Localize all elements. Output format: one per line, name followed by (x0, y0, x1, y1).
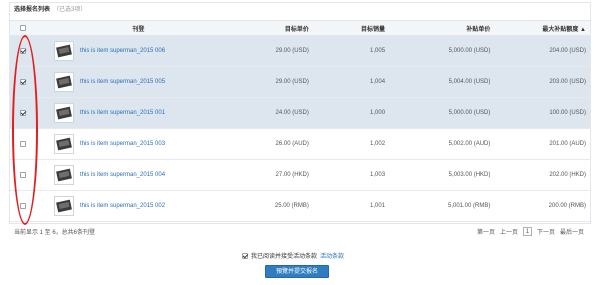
item-link[interactable]: this is item superman_2015 001 (80, 110, 165, 116)
target-sales-cell: 1,000 (370, 110, 386, 116)
select-all-cell (10, 20, 36, 36)
table-body: this is item superman_2015 006 29.00 (USD… (10, 35, 590, 222)
panel-title: 选择报名列表 （已选3项） (10, 3, 590, 18)
col-item[interactable]: 刊登 (36, 20, 241, 36)
item-thumbnail[interactable] (54, 72, 74, 92)
prev-page-link[interactable]: 上一页 (500, 227, 518, 236)
subsidy-price-cell: 5,001.00 (RMB) (448, 203, 491, 209)
agreement-row: 我已阅读并接受活动条款 活动条款 (242, 251, 344, 260)
pagination: 第一页 上一页 1 下一页 最后一页 (477, 227, 584, 236)
item-link[interactable]: this is item superman_2015 006 (80, 48, 165, 54)
col-target-price[interactable]: 目标单价 (240, 20, 333, 36)
item-thumbnail[interactable] (54, 165, 74, 185)
target-price-cell: 29.00 (USD) (275, 48, 309, 54)
item-thumbnail[interactable] (54, 134, 74, 154)
row-checkbox[interactable] (20, 140, 26, 147)
table-header: 刊登 目标单价 目标销量 补贴单价 最大补贴额度 ▲ (10, 20, 590, 36)
item-cell: this is item superman_2015 004 (36, 160, 241, 191)
row-check-cell (10, 36, 36, 67)
item-link[interactable]: this is item superman_2015 005 (80, 79, 165, 85)
item-thumbnail[interactable] (54, 196, 74, 216)
item-cell: this is item superman_2015 005 (36, 67, 241, 98)
max-subsidy-cell: 100.00 (USD) (549, 110, 586, 116)
item-table: 刊登 目标单价 目标销量 补贴单价 最大补贴额度 ▲ this is item … (10, 20, 590, 222)
table-row[interactable]: this is item superman_2015 005 29.00 (USD… (10, 66, 590, 98)
item-link[interactable]: this is item superman_2015 004 (80, 172, 165, 178)
subsidy-price-cell: 5,004.00 (USD) (448, 79, 491, 85)
panel-title-text: 选择报名列表 (14, 7, 51, 13)
table-row[interactable]: this is item superman_2015 006 29.00 (USD… (10, 35, 590, 67)
target-price-cell: 24.00 (USD) (275, 110, 309, 116)
table-row[interactable]: this is item superman_2015 003 26.00 (AUD… (10, 129, 590, 160)
target-sales-cell: 1,004 (370, 79, 386, 85)
submit-button[interactable]: 預覽并提交报名 (265, 265, 329, 278)
item-link[interactable]: this is item superman_2015 003 (80, 141, 165, 147)
pagination-summary: 当前显示 1 至 6，总共6条刊登 (14, 230, 96, 236)
select-all-checkbox[interactable] (20, 24, 26, 31)
col-subsidy-price[interactable]: 补贴单价 (409, 20, 515, 36)
agreement-text: 我已阅读并接受活动条款 (251, 254, 318, 260)
current-page-number[interactable]: 1 (522, 227, 532, 236)
subsidy-price-cell: 5,000.00 (USD) (448, 110, 491, 116)
item-info: this is item superman_2015 002 (36, 196, 241, 216)
item-info: this is item superman_2015 005 (36, 72, 241, 92)
target-price-cell: 25.00 (RMB) (274, 203, 309, 209)
item-thumbnail[interactable] (54, 41, 74, 61)
target-sales-cell: 1,001 (370, 203, 386, 209)
target-sales-cell: 1,002 (370, 141, 386, 147)
item-cell: this is item superman_2015 001 (36, 98, 241, 129)
item-info: this is item superman_2015 001 (36, 103, 241, 123)
selected-count: （已选3项） (53, 7, 87, 13)
max-subsidy-cell: 204.00 (USD) (549, 48, 586, 54)
next-page-link[interactable]: 下一页 (537, 227, 555, 236)
last-page-link[interactable]: 最后一页 (560, 227, 584, 236)
terms-link[interactable]: 活动条款 (320, 251, 344, 260)
row-check-cell (10, 67, 36, 98)
item-info: this is item superman_2015 003 (36, 134, 241, 154)
target-price-cell: 29.00 (USD) (275, 79, 309, 85)
table-row[interactable]: this is item superman_2015 001 24.00 (USD… (10, 97, 590, 129)
row-checkbox[interactable] (20, 202, 26, 209)
row-check-cell (10, 129, 36, 160)
max-subsidy-cell: 200.00 (RMB) (548, 203, 586, 209)
max-subsidy-cell: 203.00 (USD) (549, 79, 586, 85)
subsidy-price-cell: 5,002.00 (AUD) (448, 141, 491, 147)
row-check-cell (10, 191, 36, 222)
target-sales-cell: 1,005 (370, 48, 386, 54)
row-checkbox[interactable] (20, 109, 26, 116)
max-subsidy-cell: 201.00 (AUD) (549, 141, 586, 147)
table-row[interactable]: this is item superman_2015 002 25.00 (RMB… (10, 191, 590, 222)
row-checkbox[interactable] (20, 171, 26, 178)
item-cell: this is item superman_2015 002 (36, 191, 241, 222)
col-target-sales[interactable]: 目标销量 (332, 20, 410, 36)
target-price-cell: 27.00 (HKD) (275, 172, 309, 178)
item-link[interactable]: this is item superman_2015 002 (80, 203, 165, 209)
row-check-cell (10, 160, 36, 191)
target-sales-cell: 1,003 (370, 172, 386, 178)
agreement-checkbox[interactable] (242, 252, 248, 259)
select-list-panel: 选择报名列表 （已选3项） 刊登 目标单价 目标销量 补贴单价 最大补贴额度 ▲ … (9, 2, 591, 224)
row-checkbox[interactable] (20, 47, 26, 54)
row-check-cell (10, 98, 36, 129)
item-cell: this is item superman_2015 006 (36, 36, 241, 67)
first-page-link[interactable]: 第一页 (477, 227, 495, 236)
sort-asc-icon: ▲ (580, 26, 586, 33)
item-info: this is item superman_2015 006 (36, 41, 241, 61)
col-max-subsidy-label: 最大补贴额度 (542, 26, 579, 33)
row-checkbox[interactable] (20, 78, 26, 85)
subsidy-price-cell: 5,003.00 (HKD) (448, 172, 491, 178)
col-max-subsidy[interactable]: 最大补贴额度 ▲ (514, 20, 590, 36)
table-row[interactable]: this is item superman_2015 004 27.00 (HKD… (10, 160, 590, 191)
item-thumbnail[interactable] (54, 103, 74, 123)
max-subsidy-cell: 202.00 (HKD) (549, 172, 586, 178)
subsidy-price-cell: 5,000.00 (USD) (448, 48, 491, 54)
item-info: this is item superman_2015 004 (36, 165, 241, 185)
target-price-cell: 26.00 (AUD) (275, 141, 309, 147)
item-cell: this is item superman_2015 003 (36, 129, 241, 160)
